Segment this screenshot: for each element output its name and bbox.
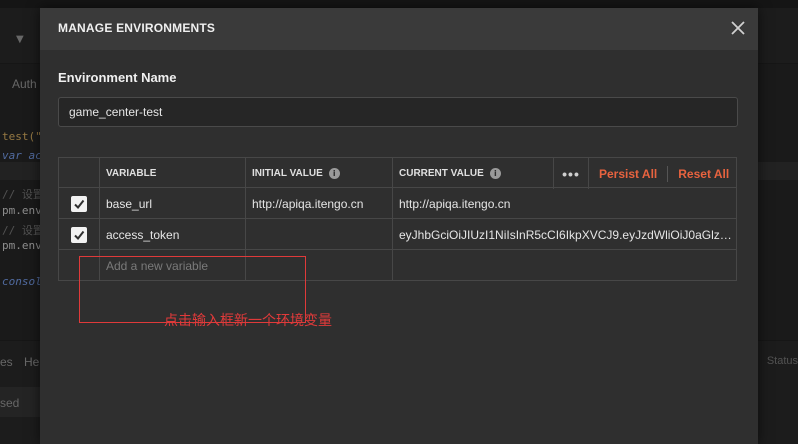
initial-value-cell[interactable]: http://apiqa.itengo.cn (245, 188, 392, 219)
current-value-cell[interactable]: http://apiqa.itengo.cn (392, 188, 737, 219)
row-checkbox-cell (58, 188, 99, 219)
row-checkbox[interactable] (71, 226, 87, 243)
check-icon (74, 230, 85, 240)
manage-environments-modal: MANAGE ENVIRONMENTS Environment Name VAR… (40, 8, 758, 444)
variable-cell[interactable]: access_token (99, 219, 245, 250)
check-icon (74, 199, 85, 209)
info-icon[interactable]: i (489, 168, 501, 179)
environment-name-label: Environment Name (58, 70, 177, 85)
table-row: base_url http://apiqa.itengo.cn http://a… (58, 188, 737, 219)
header-actions: ••• Persist All Reset All (553, 158, 736, 189)
header-current-value: CURRENT VALUE i ••• Persist All Reset Al… (392, 158, 737, 189)
current-value-cell[interactable] (392, 250, 737, 281)
environment-name-input[interactable] (58, 97, 738, 127)
initial-value-cell[interactable] (245, 219, 392, 250)
current-value-cell[interactable]: eyJhbGciOiJIUzI1NiIsInR5cCI6IkpXVCJ9.eyJ… (392, 219, 737, 250)
table-row: access_token eyJhbGciOiJIUzI1NiIsInR5cCI… (58, 219, 737, 250)
info-icon[interactable]: i (328, 168, 340, 179)
row-checkbox-cell (58, 219, 99, 250)
header-checkbox-cell (58, 158, 99, 189)
header-initial-value: INITIAL VALUE i (245, 158, 392, 189)
row-checkbox[interactable] (71, 195, 87, 212)
modal-title: MANAGE ENVIRONMENTS (58, 21, 216, 35)
annotation-text: 点击输入框新一个环境变量 (164, 313, 332, 329)
close-button[interactable] (728, 18, 748, 38)
variable-cell[interactable]: base_url (99, 188, 245, 219)
persist-all-button[interactable]: Persist All (589, 167, 667, 181)
reset-all-button[interactable]: Reset All (668, 167, 736, 181)
modal-header: MANAGE ENVIRONMENTS (40, 8, 758, 50)
more-options-icon[interactable]: ••• (553, 158, 589, 189)
close-icon (731, 21, 745, 35)
header-variable: VARIABLE (99, 158, 245, 189)
table-header-row: VARIABLE INITIAL VALUE i CURRENT VALUE i… (58, 157, 737, 189)
